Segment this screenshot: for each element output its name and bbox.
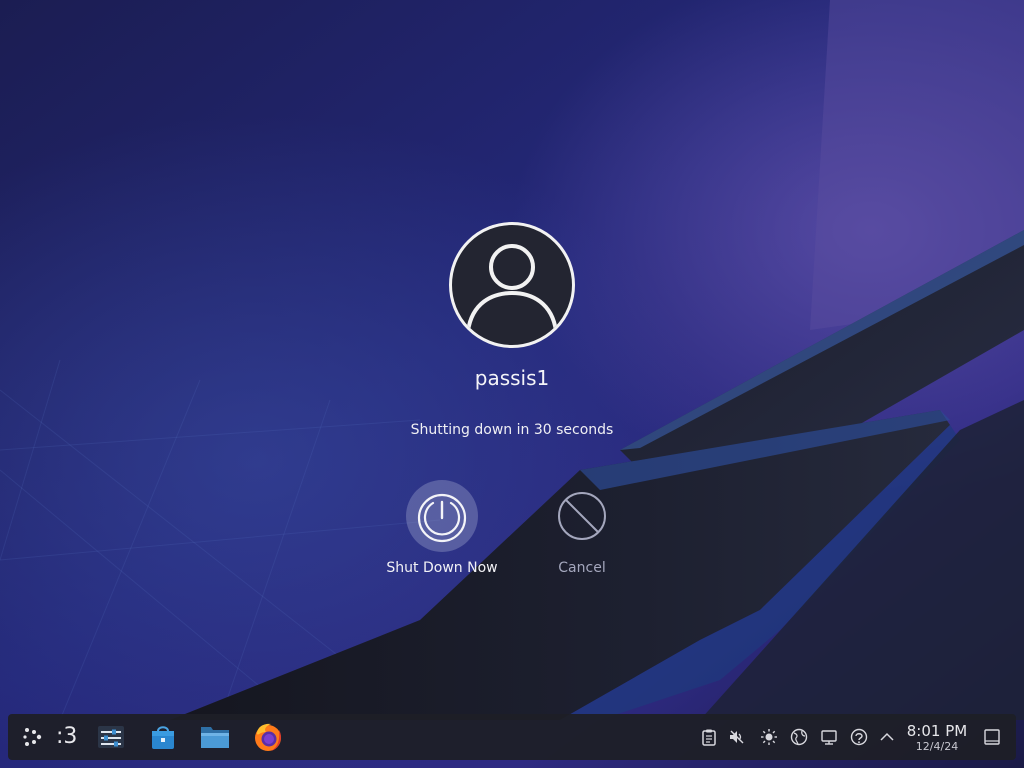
cancel-icon	[558, 492, 606, 540]
settings-sliders-icon	[98, 726, 124, 748]
folder-icon	[201, 727, 229, 748]
firefox-icon	[255, 723, 281, 751]
user-avatar	[449, 222, 575, 348]
show-desktop-icon[interactable]	[983, 728, 1001, 746]
virtual-desktop-indicator[interactable]: :3	[56, 724, 77, 750]
taskbar-app-firefox[interactable]	[250, 720, 286, 754]
update-icon[interactable]	[850, 728, 868, 746]
clock-date: 12/4/24	[915, 740, 959, 753]
display-icon[interactable]	[820, 728, 838, 746]
chevron-up-icon[interactable]	[878, 728, 896, 746]
taskbar-app-discover[interactable]	[146, 721, 180, 753]
digital-clock[interactable]: 8:01 PM 12/4/24	[902, 722, 972, 753]
shut-down-now-label: Shut Down Now	[386, 560, 498, 576]
application-launcher-button[interactable]	[18, 722, 48, 752]
user-avatar-icon	[466, 244, 558, 332]
desktop-screen: passis1 Shutting down in 30 seconds Shut…	[0, 0, 1024, 768]
taskbar-app-system-settings[interactable]	[94, 721, 128, 753]
shut-down-now-button[interactable]: Shut Down Now	[382, 480, 502, 579]
logout-dialog: passis1 Shutting down in 30 seconds Shut…	[0, 0, 1024, 768]
cancel-button[interactable]: Cancel	[522, 480, 642, 579]
launcher-icon	[23, 728, 42, 746]
shutdown-countdown-text: Shutting down in 30 seconds	[410, 422, 614, 438]
brightness-icon[interactable]	[760, 728, 778, 746]
power-icon	[417, 493, 467, 543]
network-globe-icon[interactable]	[790, 728, 808, 746]
clipboard-icon[interactable]	[700, 728, 718, 746]
clock-time: 8:01 PM	[906, 722, 968, 740]
taskbar: :3 8:01 PM 12/4/24	[8, 714, 1016, 760]
cancel-icon-circle[interactable]	[546, 480, 618, 552]
cancel-label: Cancel	[558, 560, 606, 576]
shut-down-icon-circle[interactable]	[406, 480, 478, 552]
username-label: passis1	[474, 366, 550, 390]
store-bag-icon	[152, 726, 174, 749]
taskbar-app-dolphin[interactable]	[198, 721, 232, 753]
volume-muted-icon[interactable]	[728, 728, 746, 746]
